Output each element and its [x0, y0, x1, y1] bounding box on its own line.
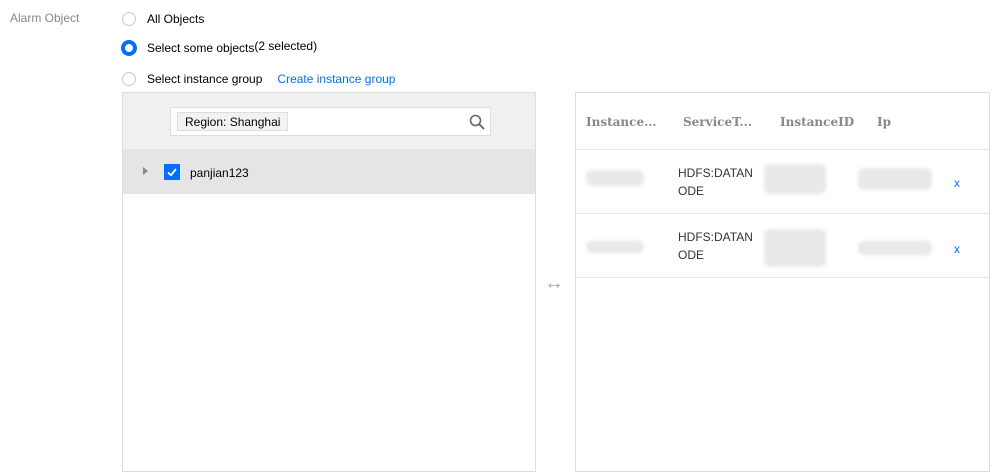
column-header: InstanceID: [780, 115, 855, 129]
redacted-instance-name: [586, 241, 644, 253]
service-type-line: HDFS:DATAN: [678, 166, 753, 180]
remove-row-button[interactable]: x: [954, 242, 960, 256]
redacted-instance-id: [764, 164, 826, 194]
service-type-cell: HDFS:DATAN ODE: [678, 164, 753, 200]
option-label: All Objects: [147, 12, 205, 26]
radio-all-objects[interactable]: [122, 12, 136, 26]
region-filter-tag[interactable]: Region: Shanghai: [177, 112, 289, 131]
radio-select-instance-group[interactable]: [122, 72, 136, 86]
column-header: ServiceT...: [683, 115, 753, 129]
selected-count: (2 selected): [254, 39, 318, 53]
alarm-object-label: Alarm Object: [10, 11, 80, 25]
service-type-line: ODE: [678, 184, 705, 198]
service-type-cell: HDFS:DATAN ODE: [678, 228, 753, 264]
remove-row-button[interactable]: x: [954, 176, 960, 190]
tree-node-checkbox[interactable]: [164, 164, 180, 180]
redacted-ip: [858, 168, 932, 190]
search-area: Region: Shanghai: [123, 93, 535, 149]
available-objects-panel: Region: Shanghai panjian123: [122, 92, 536, 472]
service-type-line: HDFS:DATAN: [678, 230, 753, 244]
caret-right-icon[interactable]: [143, 167, 148, 175]
column-header: Instance...: [586, 115, 657, 129]
create-instance-group-link[interactable]: Create instance group: [277, 72, 395, 86]
transfer-arrows-icon: ↔: [544, 272, 564, 294]
search-input[interactable]: Region: Shanghai: [170, 107, 491, 136]
redacted-ip: [858, 241, 932, 255]
option-select-instance-group[interactable]: Select instance group Create instance gr…: [122, 70, 395, 88]
redacted-instance-name: [586, 170, 644, 186]
option-label: Select some objects: [147, 41, 255, 55]
column-header: Ip: [877, 115, 892, 129]
service-type-line: ODE: [678, 248, 705, 262]
redacted-instance-id: [764, 229, 826, 267]
option-all-objects[interactable]: All Objects: [122, 10, 204, 28]
tree-node[interactable]: panjian123: [123, 149, 535, 194]
table-row: HDFS:DATAN ODE x: [576, 214, 989, 278]
option-select-some-objects[interactable]: Select some objects (2 selected): [121, 39, 318, 57]
option-label: Select instance group: [147, 72, 263, 86]
selected-objects-panel: Instance... ServiceT... InstanceID Ip HD…: [575, 92, 990, 472]
table-row: HDFS:DATAN ODE x: [576, 150, 989, 214]
checkmark-icon: [167, 168, 177, 177]
search-icon[interactable]: [468, 113, 486, 131]
radio-select-some-objects[interactable]: [121, 40, 137, 56]
table-header: Instance... ServiceT... InstanceID Ip: [576, 93, 989, 150]
tree-node-label: panjian123: [190, 166, 249, 180]
